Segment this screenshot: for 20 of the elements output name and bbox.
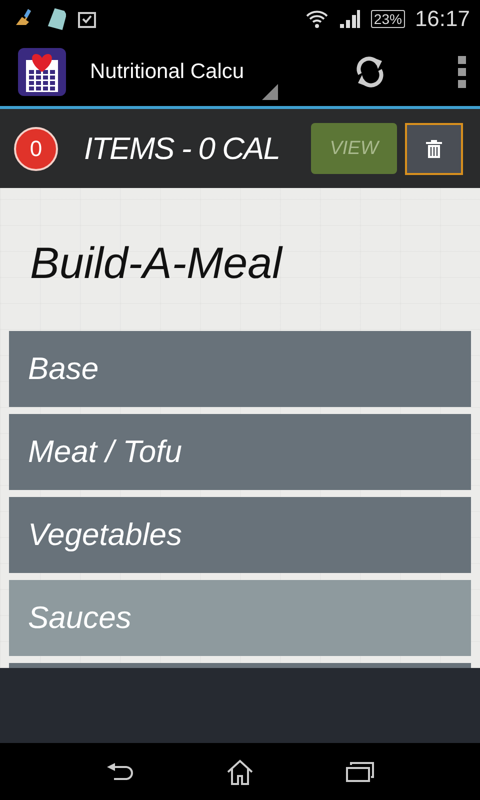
back-icon[interactable] [106,762,134,782]
sim-card-icon [46,8,66,30]
category-row[interactable]: Base [9,331,471,407]
delete-button[interactable] [405,122,463,174]
clock: 16:17 [414,6,470,32]
recent-apps-icon[interactable] [346,762,374,782]
page-heading: Build-A-Meal [30,238,284,290]
calorie-summary: ITEMS - 0 CAL [84,130,280,166]
category-row[interactable]: Sauces [9,580,471,656]
trash-icon [426,140,442,158]
home-icon[interactable] [226,758,254,784]
dropdown-corner-icon[interactable] [262,84,278,100]
item-count-badge: 0 [14,126,58,170]
battery-indicator: 23% [370,10,405,28]
category-row[interactable]: Vegetables [9,497,471,573]
app-title[interactable]: Nutritional Calcu [90,60,262,84]
signal-icon [338,9,361,29]
wifi-icon [304,9,329,29]
overflow-menu-icon[interactable] [458,56,466,88]
category-row[interactable]: Meat / Tofu [9,414,471,490]
